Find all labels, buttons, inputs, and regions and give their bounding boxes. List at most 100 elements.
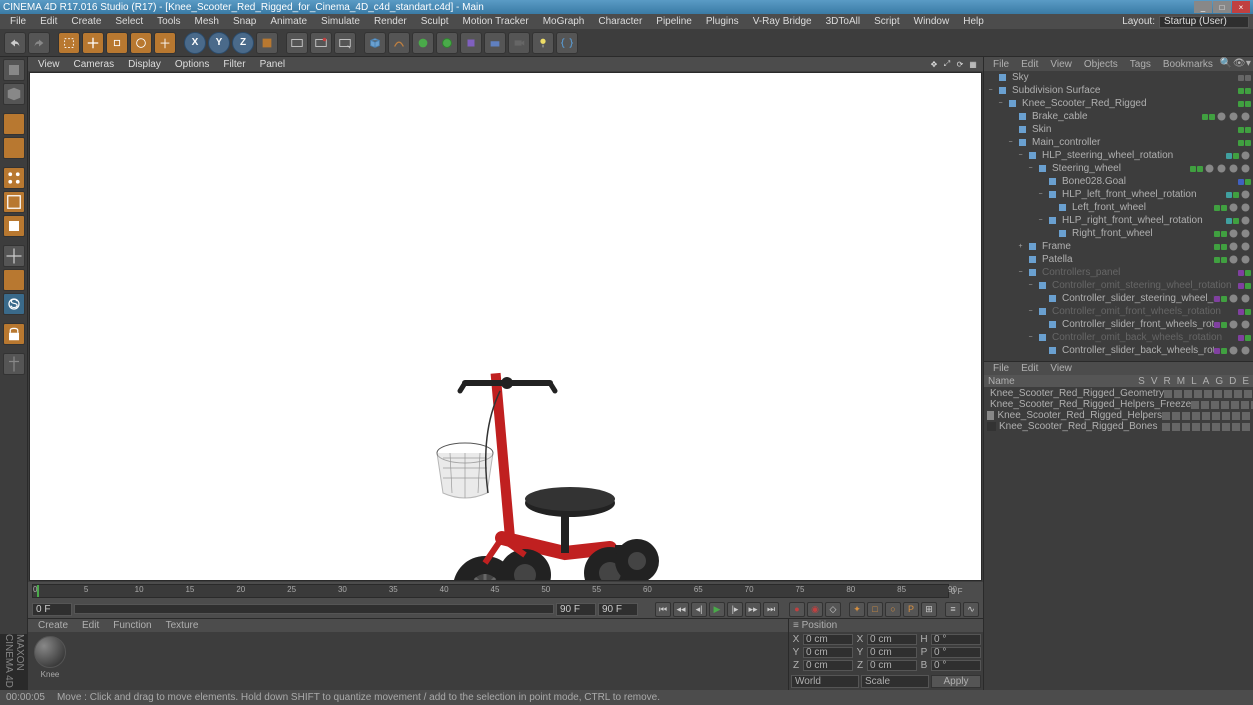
tag-constraint[interactable]: [1240, 189, 1251, 200]
expand-toggle[interactable]: −: [986, 86, 995, 95]
locked-workplane-button[interactable]: [3, 323, 25, 345]
layer-toggle[interactable]: [1244, 390, 1252, 398]
visibility-dots[interactable]: [1238, 335, 1251, 341]
viewmenu-display[interactable]: Display: [122, 59, 167, 70]
viewport-toggle-icon[interactable]: ▦: [967, 58, 979, 70]
layer-toggle[interactable]: [1221, 401, 1229, 409]
objmenu-file[interactable]: File: [988, 59, 1014, 70]
undo-button[interactable]: [4, 32, 26, 54]
edge-mode-button[interactable]: [3, 191, 25, 213]
layer-toggle[interactable]: [1184, 390, 1192, 398]
layer-toggle[interactable]: [1162, 423, 1170, 431]
layer-toggle[interactable]: [1192, 412, 1200, 420]
obj-filter-icon[interactable]: ▾: [1246, 58, 1253, 70]
rot-b-input[interactable]: 0 °: [931, 660, 981, 671]
layer-toggle[interactable]: [1174, 390, 1182, 398]
tree-row[interactable]: +Frame: [984, 240, 1253, 253]
viewport-zoom-icon[interactable]: ⤢: [941, 58, 953, 70]
key-pla-button[interactable]: ⊞: [921, 602, 937, 617]
tree-row[interactable]: Left_front_wheel: [984, 201, 1253, 214]
menu-sculpt[interactable]: Sculpt: [415, 15, 455, 28]
menu-v-ray-bridge[interactable]: V-Ray Bridge: [747, 15, 818, 28]
start-frame-input[interactable]: 0 F: [32, 603, 72, 616]
rot-h-input[interactable]: 0 °: [931, 634, 981, 645]
layer-toggle[interactable]: [1164, 390, 1172, 398]
tag-mat[interactable]: [1240, 254, 1251, 265]
model-mode-button[interactable]: [3, 83, 25, 105]
expand-toggle[interactable]: +: [1016, 242, 1025, 251]
key-scale-button[interactable]: □: [867, 602, 883, 617]
expand-toggle[interactable]: −: [1036, 190, 1045, 199]
objmenu-view[interactable]: View: [1045, 59, 1077, 70]
layer-toggle[interactable]: [1202, 423, 1210, 431]
expand-toggle[interactable]: −: [1026, 281, 1035, 290]
visibility-dots[interactable]: [1238, 270, 1251, 276]
layout-combo[interactable]: Startup (User): [1159, 16, 1249, 28]
z-axis-lock[interactable]: Z: [232, 32, 254, 54]
menu-edit[interactable]: Edit: [34, 15, 63, 28]
add-deformer-button[interactable]: [460, 32, 482, 54]
tree-row[interactable]: Controller_slider_back_wheels_rotation: [984, 344, 1253, 357]
layer-toggle[interactable]: [1211, 401, 1219, 409]
layer-toggle[interactable]: [1212, 412, 1220, 420]
menu-create[interactable]: Create: [65, 15, 107, 28]
tree-row[interactable]: Controller_slider_steering_wheel_rotatio…: [984, 292, 1253, 305]
layer-toggle[interactable]: [1231, 401, 1239, 409]
tree-row[interactable]: Sky: [984, 71, 1253, 84]
size-mode-combo[interactable]: Scale: [861, 675, 929, 688]
layer-toggle[interactable]: [1204, 390, 1212, 398]
obj-search-icon[interactable]: 🔍: [1220, 58, 1232, 70]
layer-toggle[interactable]: [1201, 401, 1209, 409]
matmenu-edit[interactable]: Edit: [76, 620, 105, 631]
layer-toggle[interactable]: [1191, 401, 1199, 409]
next-frame-button[interactable]: |▸: [727, 602, 743, 617]
goto-end-button[interactable]: ⏭: [763, 602, 779, 617]
visibility-dots[interactable]: [1226, 192, 1239, 198]
tag-mat[interactable]: [1228, 202, 1239, 213]
viewport-rotate-icon[interactable]: ⟳: [954, 58, 966, 70]
pos-z-input[interactable]: 0 cm: [803, 660, 853, 671]
objmenu-tags[interactable]: Tags: [1125, 59, 1156, 70]
expand-toggle[interactable]: −: [1026, 307, 1035, 316]
prev-key-button[interactable]: ◂◂: [673, 602, 689, 617]
tag-mat[interactable]: [1204, 163, 1215, 174]
autokey-button[interactable]: ◉: [807, 602, 823, 617]
timeline-fcurve-button[interactable]: ∿: [963, 602, 979, 617]
viewmenu-filter[interactable]: Filter: [217, 59, 251, 70]
tag-mat[interactable]: [1240, 228, 1251, 239]
key-pos-button[interactable]: ✦: [849, 602, 865, 617]
layer-toggle[interactable]: [1212, 423, 1220, 431]
layer-row[interactable]: Knee_Scooter_Red_Rigged_Geometry: [985, 388, 1252, 399]
layer-toggle[interactable]: [1232, 423, 1240, 431]
layer-toggle[interactable]: [1162, 412, 1170, 420]
key-param-button[interactable]: P: [903, 602, 919, 617]
layer-toggle[interactable]: [1242, 423, 1250, 431]
tag-constraint[interactable]: [1240, 345, 1251, 356]
menu-pipeline[interactable]: Pipeline: [650, 15, 698, 28]
layer-toggle[interactable]: [1241, 401, 1249, 409]
visibility-dots[interactable]: [1214, 205, 1227, 211]
matmenu-create[interactable]: Create: [32, 620, 74, 631]
pos-y-input[interactable]: 0 cm: [803, 647, 853, 658]
layer-toggle[interactable]: [1172, 423, 1180, 431]
tag-constraint[interactable]: [1228, 293, 1239, 304]
layer-row[interactable]: Knee_Scooter_Red_Rigged_Helpers: [985, 410, 1252, 421]
tag-constraint[interactable]: [1228, 345, 1239, 356]
layer-toggle[interactable]: [1192, 423, 1200, 431]
viewport-pan-icon[interactable]: ✥: [928, 58, 940, 70]
move-tool[interactable]: [82, 32, 104, 54]
layer-toggle[interactable]: [1232, 412, 1240, 420]
workplane-button[interactable]: [3, 137, 25, 159]
matmenu-texture[interactable]: Texture: [160, 620, 205, 631]
pos-x-input[interactable]: 0 cm: [803, 634, 853, 645]
expand-toggle[interactable]: −: [1016, 151, 1025, 160]
layer-toggle[interactable]: [1182, 423, 1190, 431]
tag-constraint[interactable]: [1240, 293, 1251, 304]
tree-row[interactable]: −HLP_right_front_wheel_rotation: [984, 214, 1253, 227]
next-key-button[interactable]: ▸▸: [745, 602, 761, 617]
obj-eye-icon[interactable]: 👁: [1233, 58, 1245, 70]
rotate-tool[interactable]: [130, 32, 152, 54]
tag-mat[interactable]: [1240, 241, 1251, 252]
tag-constraint[interactable]: [1240, 215, 1251, 226]
tag-mat[interactable]: [1228, 163, 1239, 174]
